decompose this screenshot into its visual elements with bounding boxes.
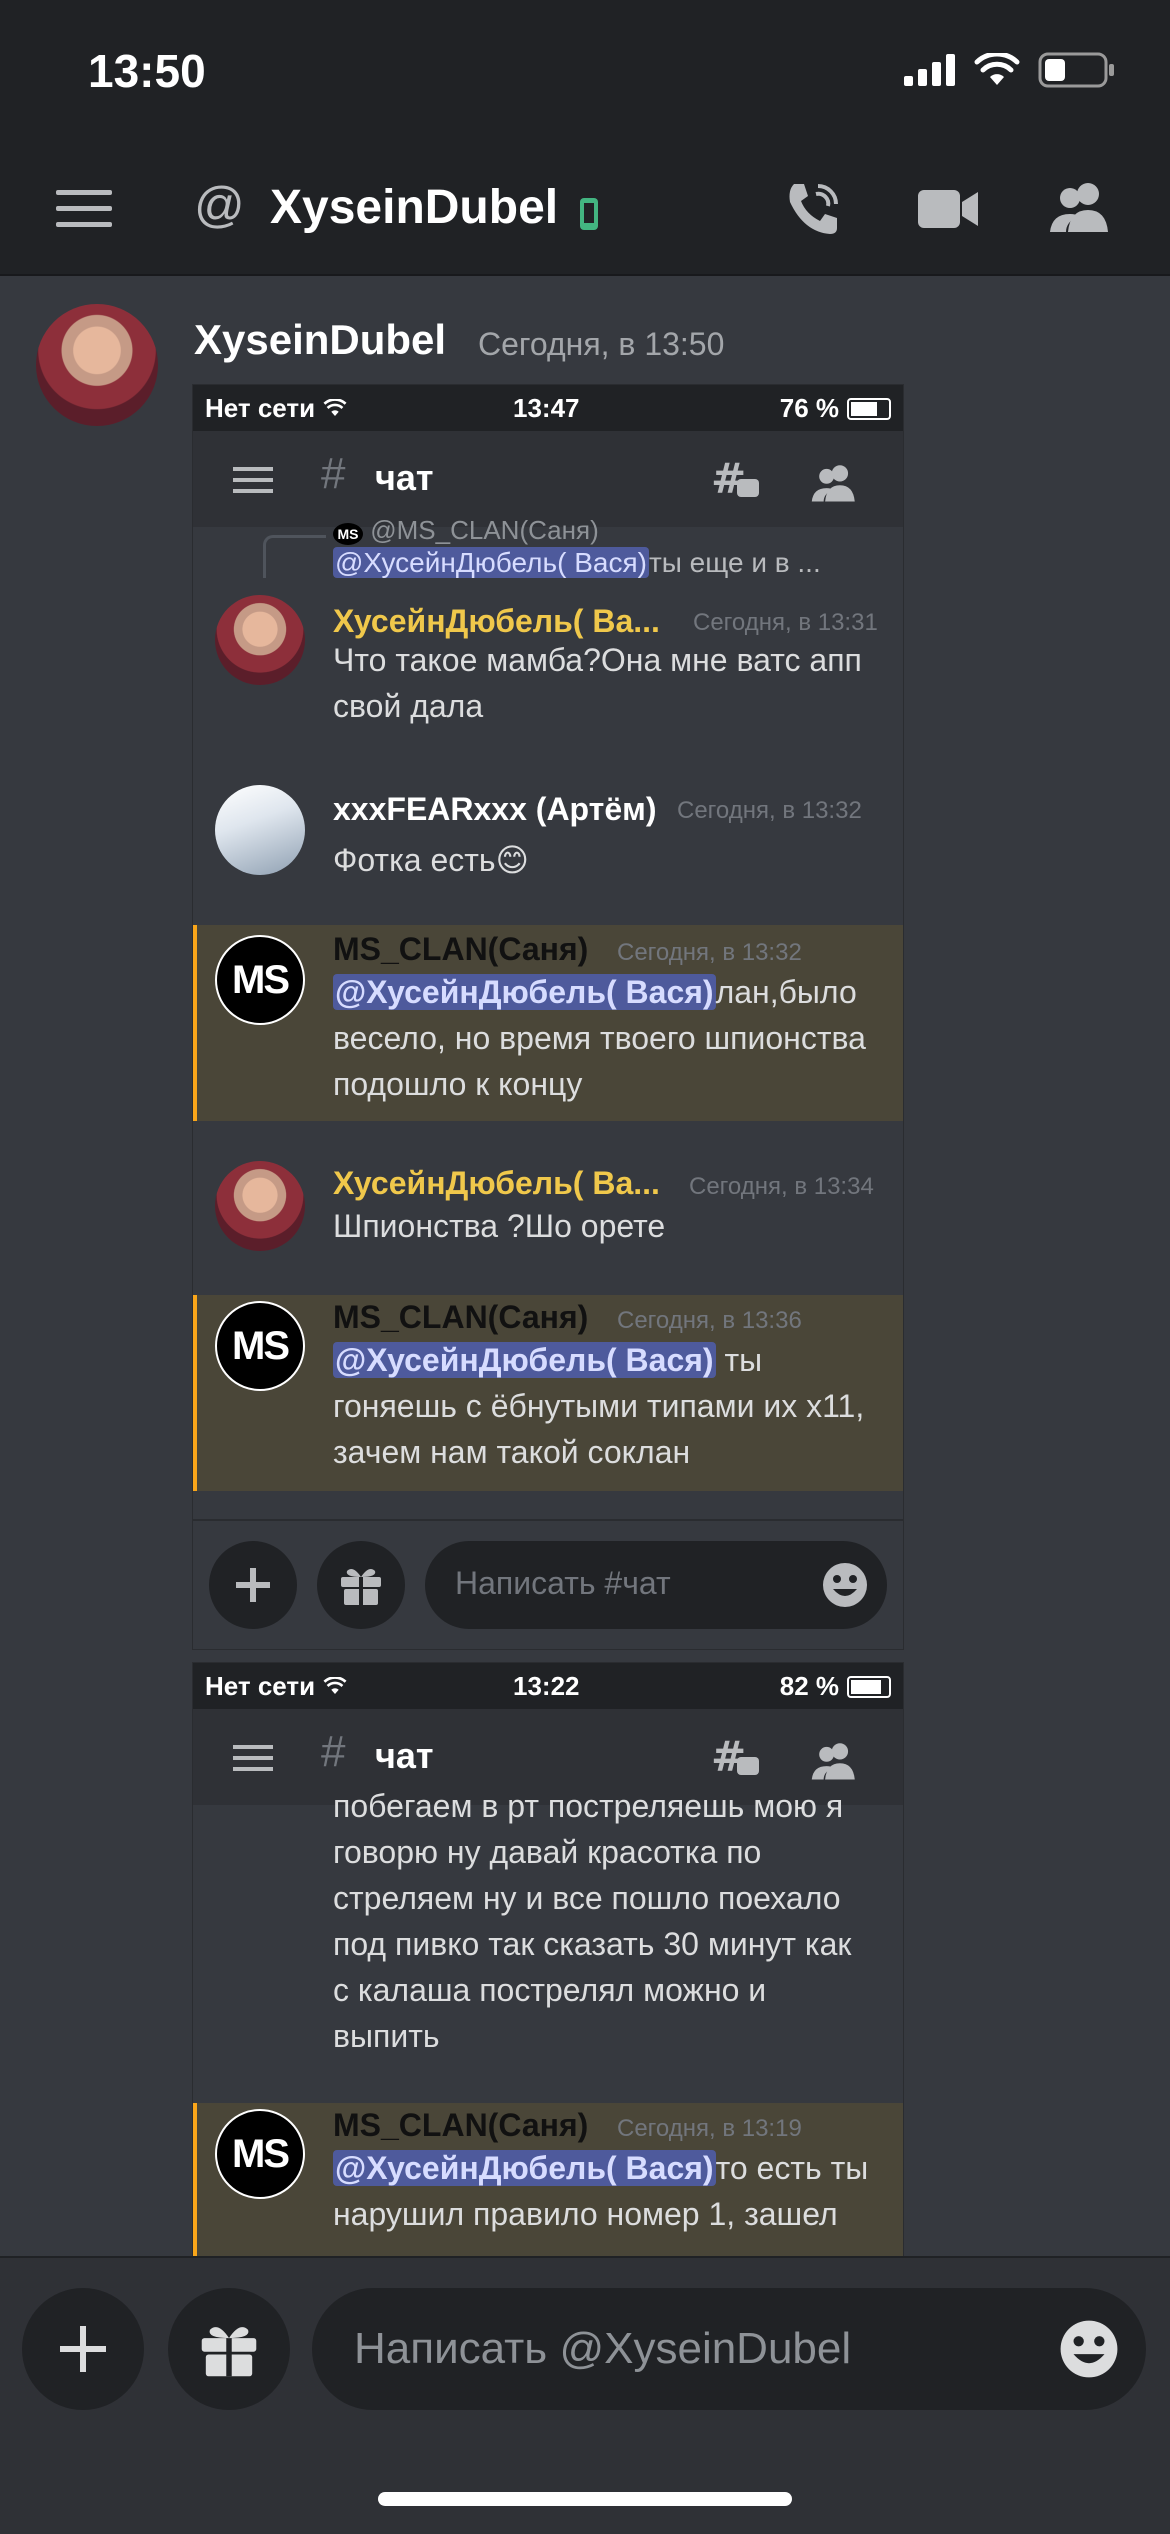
message-input-bar: Написать #чат [193,1519,903,1641]
list-item: ХусейнДюбель( Ва... Сегодня, в 13:34 Шпи… [193,1161,903,1271]
battery-status: 76 % [780,393,891,424]
mention: @ХусейнДюбель( Вася) [333,1342,716,1378]
screenshot-time: 13:47 [513,393,580,423]
video-call-icon[interactable] [918,186,980,232]
avatar[interactable] [215,595,305,685]
hash-icon: # [321,1727,346,1776]
avatar[interactable] [36,304,158,426]
message-text: Что такое мамба?Она мне ватс апп свой да… [333,642,862,724]
channel-name: чат [375,457,434,498]
message-input: Написать #чат [425,1541,887,1629]
avatar[interactable]: MS [215,935,305,1025]
status-time: 13:50 [88,45,206,97]
message-text: Шпионства ?Шо орете [333,1208,666,1244]
message-timestamp: Сегодня, в 13:19 [617,2115,802,2142]
channel-header: # чат # [193,431,903,527]
message-timestamp: Сегодня, в 13:32 [617,939,802,966]
reply-text: @ХусейнДюбель( Вася)ты еще и в ... [333,547,821,578]
gift-icon [341,1569,381,1605]
screenshot-status-bar: Нет сети 13:47 76 % [193,385,903,431]
emoji-icon[interactable] [1058,2318,1120,2380]
list-item: MS MS_CLAN(Саня) Сегодня, в 13:36 @Хусей… [193,1295,903,1491]
members-icon [811,1743,855,1780]
hamburger-menu-icon [233,1745,273,1771]
message-timestamp: Сегодня, в 13:36 [617,1307,802,1334]
channel-name: чат [375,1735,434,1776]
reply-author: MS @MS_CLAN(Саня) [333,515,599,546]
message-author[interactable]: ХусейнДюбель( Ва... [333,603,660,640]
hash-icon: # [321,449,346,498]
avatar[interactable]: MS [215,1301,305,1391]
add-attachment-button[interactable] [22,2288,144,2410]
list-item: ХусейнДюбель( Ва... Сегодня, в 13:31 Что… [193,595,903,745]
status-icons [904,52,1116,88]
mention: @ХусейнДюбель( Вася) [333,974,716,1010]
gift-icon [201,2327,257,2377]
threads-icon: # [711,457,759,503]
plus-icon [60,2326,106,2372]
dm-title: XyseinDubel [270,181,559,234]
message-timestamp: Сегодня, в 13:50 [478,326,725,362]
status-bar: 13:50 [0,0,1170,150]
mention: @ХусейнДюбель( Вася) [333,547,649,578]
add-button [209,1541,297,1629]
input-placeholder: Написать #чат [455,1565,671,1601]
battery-icon [847,1675,891,1698]
mention: @ХусейнДюбель( Вася) [333,2150,716,2186]
message-text: @ХусейнДюбель( Вася) ты гоняешь с ёбнуты… [333,1342,865,1470]
wifi-icon [323,398,347,416]
at-icon: @ [194,177,245,233]
screenshot-status-bar: Нет сети 13:22 82 % [193,1663,903,1709]
wifi-icon [323,1676,347,1694]
voice-call-icon[interactable] [782,178,844,240]
threads-icon: # [711,1735,759,1781]
avatar[interactable] [215,785,305,875]
battery-icon [1038,52,1114,88]
members-icon[interactable] [1048,180,1112,234]
attached-screenshot-2[interactable]: Нет сети 13:22 82 % # чат # побегаем в р… [192,1662,904,2260]
reply-connector [263,535,326,578]
battery-status: 82 % [780,1671,891,1702]
message-text: побегаем в рт постреляешь мою я говорю н… [333,1788,852,2054]
gift-button[interactable] [168,2288,290,2410]
list-item: MS MS_CLAN(Саня) Сегодня, в 13:32 @Хусей… [193,925,903,1121]
mobile-status-icon [580,198,598,230]
message-text: Фотка есть😊 [333,842,529,878]
message-text: @ХусейнДюбель( Вася)лан,было весело, но … [333,974,866,1102]
list-item: xxxFEARxxx (Артём) Сегодня, в 13:32 Фотк… [193,785,903,905]
attached-screenshot-1[interactable]: Нет сети 13:47 76 % # чат # MS @MS_CLAN(… [192,384,904,1650]
home-indicator[interactable] [378,2492,792,2506]
message-author[interactable]: ХусейнДюбель( Ва... [333,1165,660,1202]
emoji-icon [823,1563,867,1607]
message-author[interactable]: xxxFEARxxx (Артём) [333,791,656,828]
gift-button [317,1541,405,1629]
hamburger-menu-icon [233,467,273,493]
avatar[interactable]: MS [215,2109,305,2199]
cellular-signal-icon [904,54,955,86]
message-author[interactable]: MS_CLAN(Саня) [333,2107,588,2144]
message-timestamp: Сегодня, в 13:34 [689,1173,874,1200]
list-item: MS MS_CLAN(Саня) Сегодня, в 13:19 @Хусей… [193,2103,903,2259]
message-input[interactable]: Написать @XyseinDubel [312,2288,1146,2410]
carrier-label: Нет сети [205,393,348,424]
wifi-icon [974,53,1020,85]
reply-preview: MS @MS_CLAN(Саня) @ХусейнДюбель( Вася)ты… [193,515,903,587]
message-author[interactable]: MS_CLAN(Саня) [333,1299,588,1336]
message-author[interactable]: MS_CLAN(Саня) [333,931,588,968]
input-placeholder: Написать @XyseinDubel [354,2324,852,2373]
hamburger-menu-icon[interactable] [56,188,112,230]
message-timestamp: Сегодня, в 13:32 [677,797,862,824]
carrier-label: Нет сети [205,1671,348,1702]
message-timestamp: Сегодня, в 13:31 [693,609,878,636]
members-icon [811,465,855,502]
avatar: MS [333,523,363,545]
battery-icon [847,397,891,420]
screenshot-time: 13:22 [513,1671,580,1701]
plus-icon [236,1568,270,1602]
message-text: @ХусейнДюбель( Вася)то есть ты нарушил п… [333,2150,869,2232]
avatar[interactable] [215,1161,305,1251]
dm-header: @ XyseinDubel [0,150,1170,276]
message-author[interactable]: XyseinDubel [194,316,446,364]
